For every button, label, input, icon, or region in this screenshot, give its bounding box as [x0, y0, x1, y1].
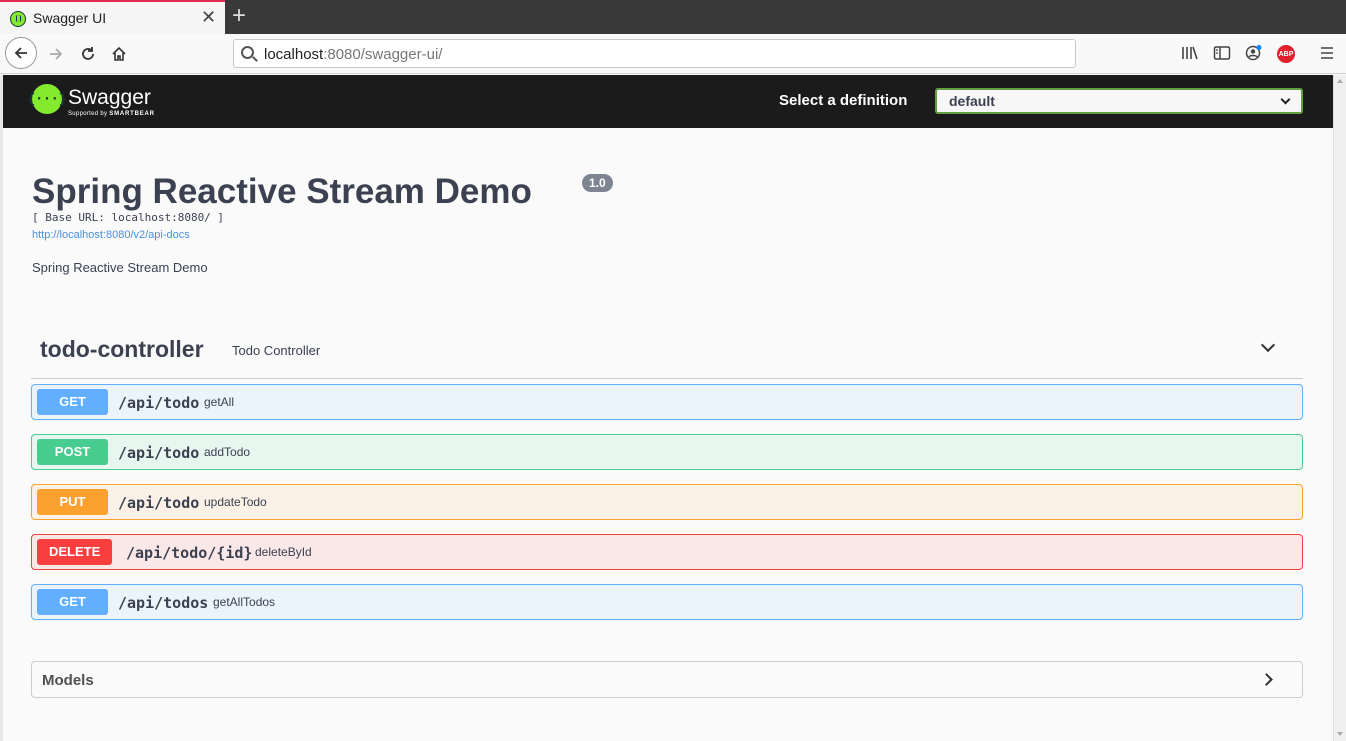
swagger-brand-subtitle: Supported by SMARTBEAR [68, 111, 155, 117]
operation-get-api-todo[interactable]: GET /api/todo getAll [31, 384, 1303, 420]
page-left-edge [0, 75, 3, 741]
method-badge: PUT [37, 489, 108, 515]
back-arrow-icon [14, 47, 27, 59]
vertical-scrollbar[interactable] [1333, 75, 1346, 741]
scroll-up-icon[interactable] [1337, 79, 1343, 83]
forward-button[interactable] [40, 38, 72, 70]
operation-delete-api-todo-id[interactable]: DELETE /api/todo/{id} deleteById [31, 534, 1303, 570]
close-tab-icon[interactable]: ✕ [201, 8, 216, 26]
home-button[interactable] [103, 38, 135, 70]
new-tab-button[interactable]: + [232, 3, 246, 29]
operation-path: /api/todos [118, 594, 209, 612]
api-docs-link[interactable]: http://localhost:8080/v2/api-docs [32, 229, 190, 241]
brand-sub-company: SMARTBEAR [109, 111, 155, 117]
tag-name: todo-controller [40, 336, 204, 362]
method-badge: POST [37, 439, 108, 465]
operation-summary: addTodo [204, 445, 251, 459]
tag-description: Todo Controller [232, 343, 321, 358]
adblock-plus-icon[interactable]: ABP [1277, 45, 1295, 63]
models-label: Models [42, 672, 94, 689]
chevron-down-icon[interactable] [1260, 337, 1276, 353]
swagger-topbar: {···} Swagger Supported by SMARTBEAR Sel… [0, 75, 1333, 128]
operation-path: /api/todo [118, 444, 200, 462]
chevron-right-icon[interactable] [1260, 673, 1273, 686]
swagger-logo-icon[interactable]: {···} [27, 84, 67, 114]
api-title: Spring Reactive Stream Demo [32, 172, 532, 211]
operation-get-api-todos[interactable]: GET /api/todos getAllTodos [31, 584, 1303, 620]
models-section[interactable]: Models [31, 661, 1303, 698]
select-definition-label: Select a definition [779, 92, 908, 109]
method-badge: GET [37, 389, 108, 415]
operation-post-api-todo[interactable]: POST /api/todo addTodo [31, 434, 1303, 470]
operation-summary: deleteById [255, 545, 312, 559]
chevron-down-icon [1280, 94, 1291, 105]
operation-summary: getAllTodos [213, 595, 276, 609]
forward-arrow-icon [50, 48, 63, 60]
url-text: localhost:8080/swagger-ui/ [264, 46, 442, 63]
operation-summary: updateTodo [204, 495, 267, 509]
base-url: [ Base URL: localhost:8080/ ] [32, 211, 225, 224]
swagger-brand[interactable]: Swagger [68, 86, 151, 110]
library-icon[interactable] [1181, 45, 1199, 61]
tab-title: Swagger UI [33, 10, 107, 26]
method-badge: GET [37, 589, 108, 615]
tag-header-todo-controller[interactable]: todo-controller Todo Controller [31, 330, 1303, 379]
operation-path: /api/todo/{id} [126, 544, 253, 562]
operation-path: /api/todo [118, 394, 200, 412]
hamburger-menu-icon[interactable] [1319, 46, 1335, 60]
swagger-favicon-icon [10, 11, 26, 27]
operation-path: /api/todo [118, 494, 200, 512]
api-description: Spring Reactive Stream Demo [32, 260, 208, 275]
operation-put-api-todo[interactable]: PUT /api/todo updateTodo [31, 484, 1303, 520]
definition-select[interactable]: default [935, 88, 1303, 114]
back-button[interactable] [5, 37, 37, 69]
url-path: :8080/swagger-ui/ [323, 46, 443, 63]
scroll-down-icon[interactable] [1337, 732, 1343, 736]
url-bar[interactable]: localhost:8080/swagger-ui/ [233, 39, 1076, 68]
home-icon [112, 46, 126, 61]
brand-sub-prefix: Supported by [68, 111, 108, 117]
browser-navbar: localhost:8080/swagger-ui/ ABP [0, 34, 1346, 74]
reload-icon [82, 47, 94, 60]
version-badge: 1.0 [582, 174, 613, 192]
account-icon[interactable] [1245, 44, 1263, 62]
reload-button[interactable] [72, 38, 104, 70]
operation-summary: getAll [204, 395, 235, 409]
url-host: localhost [264, 46, 324, 63]
browser-tab-strip: Swagger UI ✕ + [0, 0, 1346, 34]
sidebar-icon[interactable] [1213, 45, 1231, 61]
search-icon [241, 46, 254, 59]
browser-tab[interactable]: Swagger UI ✕ [0, 0, 225, 34]
method-badge: DELETE [37, 539, 113, 565]
definition-select-value: default [949, 93, 995, 109]
